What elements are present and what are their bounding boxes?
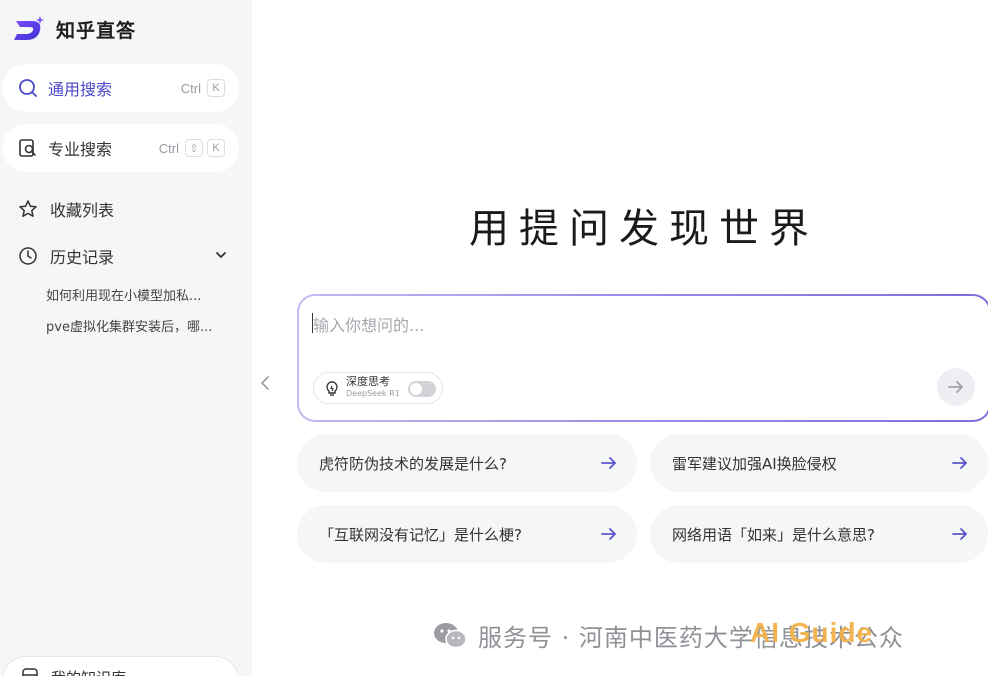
suggestion-item[interactable]: 雷军建议加强AI换脸侵权 <box>650 434 988 492</box>
pro-search-shortcut: Ctrl ⇧ K <box>157 139 225 157</box>
kbd-k: K <box>207 79 225 97</box>
suggestion-item[interactable]: 「互联网没有记忆」是什么梗? <box>297 505 637 563</box>
kbd-shift: ⇧ <box>185 139 203 157</box>
question-input-inner[interactable]: 输入你想问的... 深度思考 DeepSeek R1 <box>299 296 988 420</box>
brand[interactable]: 知乎直答 <box>12 14 136 44</box>
switch-knob <box>410 383 422 395</box>
database-icon <box>22 668 38 676</box>
lightbulb-icon <box>326 381 338 396</box>
suggestion-text: 网络用语「如来」是什么意思? <box>672 525 875 544</box>
kbd-k: K <box>207 139 225 157</box>
history-label: 历史记录 <box>50 248 115 267</box>
sidebar: 知乎直答 通用搜索 Ctrl K 专业搜索 Ctrl ⇧ K 收藏列表 历史记录… <box>0 0 252 676</box>
send-button[interactable] <box>937 368 975 406</box>
hero-title: 用提问发现世界 <box>469 206 819 252</box>
arrow-right-icon <box>952 457 967 469</box>
arrow-right-icon <box>601 528 616 540</box>
favorites-nav[interactable]: 收藏列表 <box>18 197 114 221</box>
knowledge-base-button[interactable]: 我的知识库 <box>2 656 239 676</box>
suggestion-item[interactable]: 虎符防伪技术的发展是什么? <box>297 434 637 492</box>
deep-think-subtitle: DeepSeek R1 <box>346 389 400 398</box>
brand-name: 知乎直答 <box>56 19 137 42</box>
history-nav[interactable]: 历史记录 <box>18 244 114 268</box>
kbd-ctrl: Ctrl <box>158 140 179 156</box>
watermark-overlay: AI Guide <box>750 617 874 648</box>
question-input[interactable]: 输入你想问的... <box>313 312 424 336</box>
suggestion-text: 虎符防伪技术的发展是什么? <box>319 454 507 473</box>
document-search-icon <box>19 139 36 157</box>
history-item[interactable]: 如何利用现在小模型加私... <box>46 285 230 304</box>
history-item[interactable]: pve虚拟化集群安装后，哪... <box>46 316 230 335</box>
arrow-right-icon <box>601 457 616 469</box>
wechat-icon <box>434 622 467 648</box>
arrow-right-icon <box>952 528 967 540</box>
collapse-sidebar-icon[interactable] <box>258 373 272 393</box>
favorites-label: 收藏列表 <box>50 201 115 220</box>
deep-think-toggle[interactable]: 深度思考 DeepSeek R1 <box>313 372 443 404</box>
chevron-down-icon[interactable] <box>214 248 228 262</box>
kbd-ctrl: Ctrl <box>180 80 201 96</box>
suggestion-text: 「互联网没有记忆」是什么梗? <box>319 525 522 544</box>
arrow-right-icon <box>948 381 963 393</box>
deep-think-switch[interactable] <box>408 381 436 397</box>
general-search-button[interactable]: 通用搜索 Ctrl K <box>2 64 239 112</box>
suggestion-text: 雷军建议加强AI换脸侵权 <box>672 454 837 473</box>
suggestion-item[interactable]: 网络用语「如来」是什么意思? <box>650 505 988 563</box>
general-search-shortcut: Ctrl K <box>179 79 225 97</box>
pro-search-label: 专业搜索 <box>48 140 113 159</box>
star-icon <box>19 200 37 217</box>
deep-think-title: 深度思考 <box>346 375 390 388</box>
question-input-box[interactable]: 输入你想问的... 深度思考 DeepSeek R1 <box>297 294 988 422</box>
pro-search-button[interactable]: 专业搜索 Ctrl ⇧ K <box>2 124 239 172</box>
zhida-logo-icon <box>14 16 44 40</box>
clock-icon <box>19 247 37 265</box>
general-search-label: 通用搜索 <box>48 80 113 99</box>
search-icon <box>19 79 37 97</box>
knowledge-base-label: 我的知识库 <box>51 667 126 676</box>
